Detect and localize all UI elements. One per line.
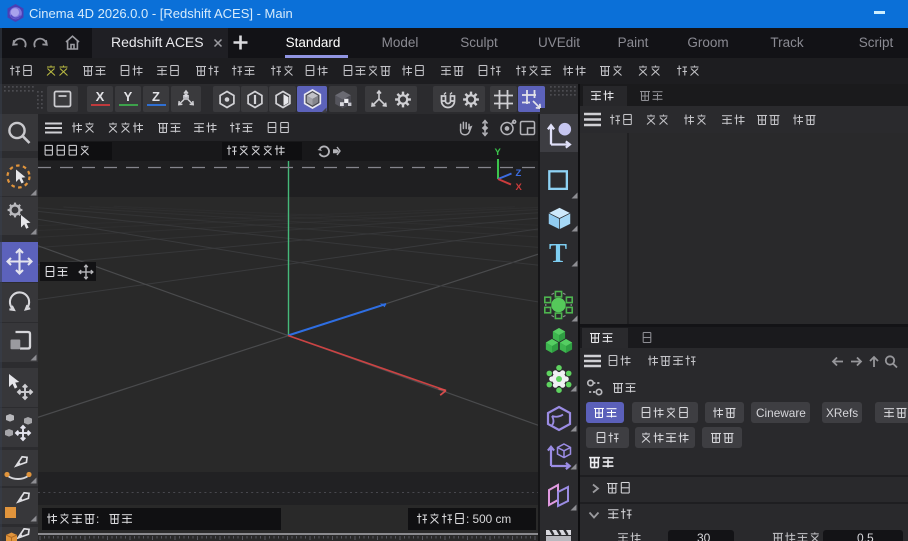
svg-text:X: X [516,182,523,192]
svg-text:Cineware: Cineware [756,406,806,420]
svg-text::: : [96,512,99,526]
svg-text:: 500 cm: : 500 cm [466,512,511,526]
svg-text:XRefs: XRefs [826,406,858,420]
svg-text:Y: Y [495,147,502,158]
svg-text:Z: Z [516,168,522,179]
